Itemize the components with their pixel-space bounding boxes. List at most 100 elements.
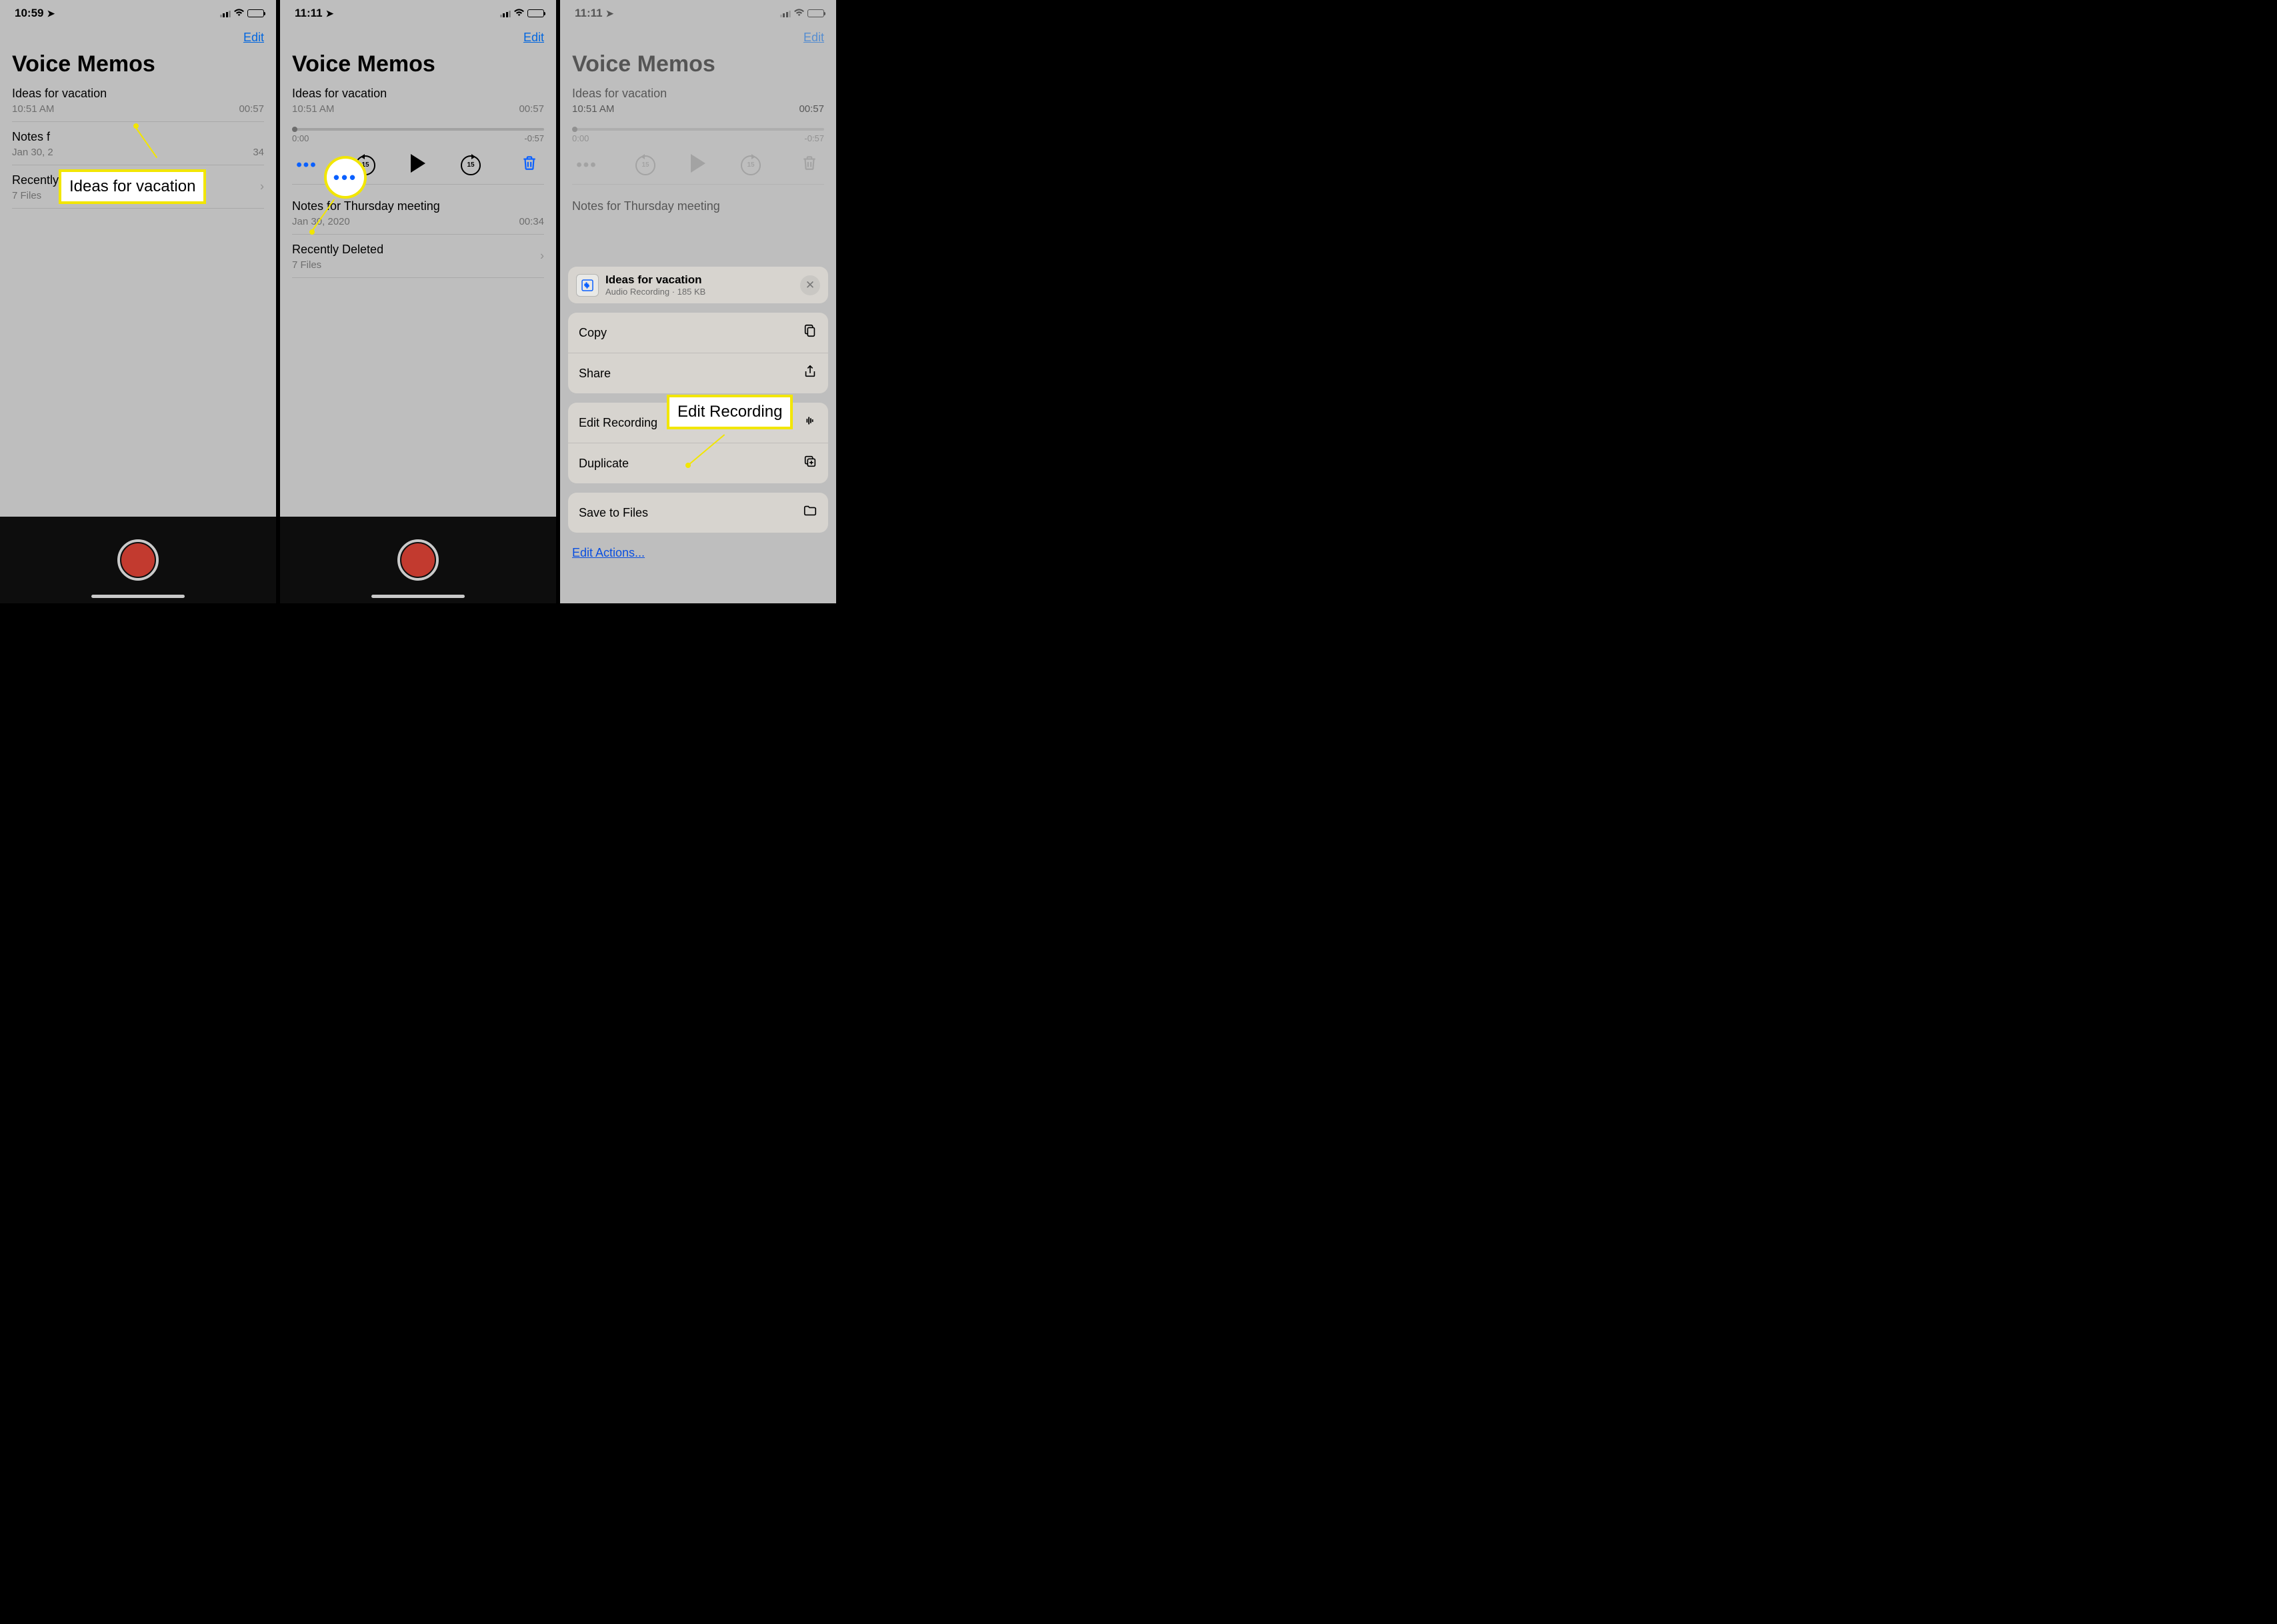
sheet-item-label: Copy xyxy=(579,326,607,340)
status-time: 11:11 xyxy=(575,7,603,20)
page-title: Voice Memos xyxy=(0,47,276,84)
memo-row[interactable]: Notes f Jan 30, 2 34 xyxy=(12,122,264,165)
location-icon: ➤ xyxy=(326,8,334,19)
location-icon: ➤ xyxy=(47,8,55,19)
close-button[interactable]: ✕ xyxy=(800,275,820,295)
scrub-remain: -0:57 xyxy=(524,133,544,143)
scrub-pos: 0:00 xyxy=(572,133,589,143)
signal-icon xyxy=(780,10,791,17)
sheet-file-meta: Audio Recording · 185 KB xyxy=(605,287,793,297)
page-title: Voice Memos xyxy=(280,47,556,84)
record-bar xyxy=(0,517,276,603)
sheet-group-1: Copy Share xyxy=(568,313,828,393)
action-sheet: Ideas for vacation Audio Recording · 185… xyxy=(560,267,836,603)
play-button xyxy=(691,154,705,176)
sheet-item-label: Duplicate xyxy=(579,457,629,471)
home-indicator xyxy=(91,595,185,598)
screen-2: 11:11 ➤ Edit Voice Memos Ideas for vacat… xyxy=(280,0,560,603)
share-icon xyxy=(803,364,817,383)
chevron-right-icon: › xyxy=(540,249,544,263)
memo-row[interactable]: Ideas for vacation 10:51 AM 00:57 xyxy=(12,84,264,122)
folder-icon xyxy=(803,503,817,522)
callout-anchor-dot xyxy=(685,463,691,468)
waveform-icon xyxy=(803,413,817,432)
memo-duration: 00:57 xyxy=(799,103,824,115)
scrubber xyxy=(572,128,824,131)
edit-button[interactable]: Edit xyxy=(523,31,544,45)
memo-row[interactable]: Notes for Thursday meeting Jan 30, 2020 … xyxy=(292,191,544,235)
memo-date: Jan 30, 2 xyxy=(12,147,53,158)
memo-title: Ideas for vacation xyxy=(292,87,544,101)
screen-1: 10:59 ➤ Edit Voice Memos Ideas for vacat… xyxy=(0,0,280,603)
sheet-copy-button[interactable]: Copy xyxy=(568,313,828,353)
memo-title: Ideas for vacation xyxy=(572,87,824,101)
recently-deleted-count: 7 Files xyxy=(292,259,544,271)
sheet-share-button[interactable]: Share xyxy=(568,353,828,393)
signal-icon xyxy=(220,10,231,17)
page-title: Voice Memos xyxy=(560,47,836,84)
chevron-right-icon: › xyxy=(260,180,264,194)
play-button[interactable] xyxy=(411,154,425,176)
more-options-button: ••• xyxy=(573,156,600,175)
recently-deleted-row[interactable]: Recently Deleted 7 Files › xyxy=(292,235,544,278)
sheet-item-label: Edit Recording xyxy=(579,416,657,430)
location-icon: ➤ xyxy=(606,8,614,19)
memo-duration: 34 xyxy=(253,147,264,158)
memo-title: Ideas for vacation xyxy=(12,87,264,101)
status-icons xyxy=(500,7,545,20)
status-bar: 11:11 ➤ xyxy=(560,0,836,27)
memo-row-expanded: Ideas for vacation 10:51 AM 00:57 0:00 -… xyxy=(572,84,824,191)
record-button[interactable] xyxy=(397,539,439,581)
sheet-save-files-button[interactable]: Save to Files xyxy=(568,493,828,533)
record-bar xyxy=(280,517,556,603)
sheet-item-label: Save to Files xyxy=(579,506,648,520)
edit-button[interactable]: Edit xyxy=(243,31,264,45)
callout-circle: ••• xyxy=(324,156,367,199)
wifi-icon xyxy=(793,7,805,20)
sheet-header: Ideas for vacation Audio Recording · 185… xyxy=(568,267,828,303)
skip-forward-button[interactable]: 15 xyxy=(461,155,481,175)
memo-row: Notes for Thursday meeting xyxy=(572,191,824,215)
edit-actions-link[interactable]: Edit Actions... xyxy=(568,542,828,569)
player: 0:00 -0:57 ••• 15 15 xyxy=(572,115,824,185)
memo-duration: 00:57 xyxy=(239,103,264,115)
callout-label: Edit Recording xyxy=(667,395,793,429)
callout-label: Ideas for vacation xyxy=(59,169,206,204)
memo-duration: 00:34 xyxy=(519,216,544,227)
battery-icon xyxy=(247,9,264,17)
duplicate-icon xyxy=(803,454,817,473)
delete-button xyxy=(796,154,823,176)
sheet-file-title: Ideas for vacation xyxy=(605,273,793,287)
sheet-item-label: Share xyxy=(579,367,611,381)
status-icons xyxy=(220,7,265,20)
memo-time: 10:51 AM xyxy=(572,103,614,115)
status-bar: 11:11 ➤ xyxy=(280,0,556,27)
memo-duration: 00:57 xyxy=(519,103,544,115)
audio-file-icon xyxy=(576,274,599,297)
copy-icon xyxy=(803,323,817,342)
memo-time: 10:51 AM xyxy=(12,103,54,115)
more-dots-icon: ••• xyxy=(333,167,357,188)
screen-3: 11:11 ➤ Edit Voice Memos Ideas for vacat… xyxy=(560,0,840,603)
more-options-button[interactable]: ••• xyxy=(293,156,320,175)
battery-icon xyxy=(807,9,824,17)
recently-deleted-title: Recently Deleted xyxy=(292,243,544,257)
sheet-group-3: Save to Files xyxy=(568,493,828,533)
scrub-remain: -0:57 xyxy=(804,133,824,143)
record-button[interactable] xyxy=(117,539,159,581)
skip-forward-button: 15 xyxy=(741,155,761,175)
wifi-icon xyxy=(233,7,245,20)
battery-icon xyxy=(527,9,544,17)
signal-icon xyxy=(500,10,511,17)
sheet-duplicate-button[interactable]: Duplicate xyxy=(568,443,828,483)
status-bar: 10:59 ➤ xyxy=(0,0,276,27)
status-icons xyxy=(780,7,825,20)
home-indicator xyxy=(371,595,465,598)
memo-title: Notes for Thursday meeting xyxy=(572,199,824,213)
wifi-icon xyxy=(513,7,525,20)
status-time: 11:11 xyxy=(295,7,323,20)
delete-button[interactable] xyxy=(516,154,543,176)
scrub-pos: 0:00 xyxy=(292,133,309,143)
scrubber[interactable] xyxy=(292,128,544,131)
edit-button: Edit xyxy=(803,31,824,45)
